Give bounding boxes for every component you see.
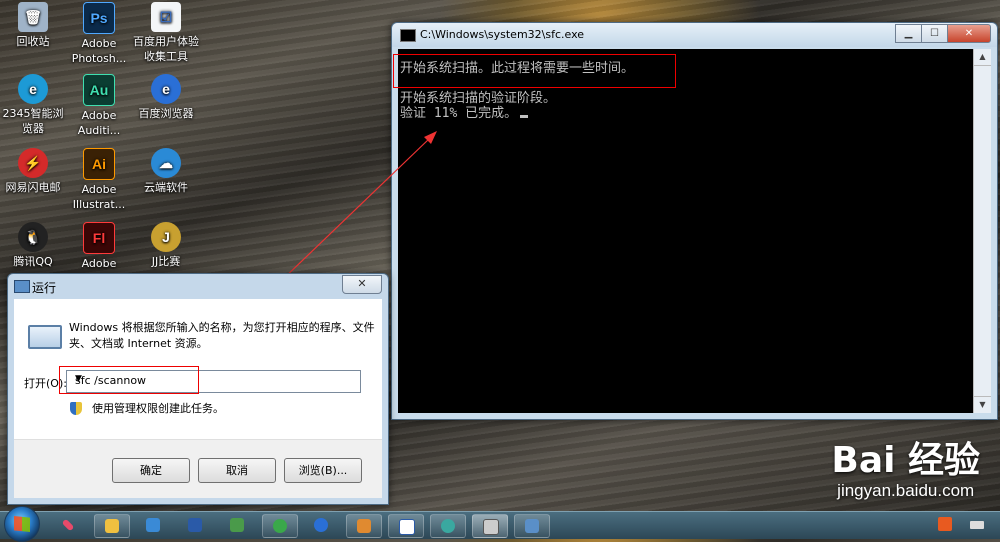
taskbar-network-icon[interactable] — [220, 514, 254, 536]
baidu-browser-icon[interactable]: e 百度浏览器 — [133, 74, 199, 121]
ok-button[interactable]: 确定 — [112, 458, 190, 483]
taskbar-cmd-icon[interactable] — [472, 514, 508, 538]
taskbar-explorer-icon[interactable] — [94, 514, 130, 538]
ie-glyph: e — [18, 74, 48, 104]
taskbar-browser-icon[interactable] — [430, 514, 466, 538]
watermark-logo: Bai 经验 — [831, 440, 980, 481]
scroll-down-arrow-icon[interactable]: ▼ — [974, 396, 991, 413]
jj-game-icon[interactable]: J JJ比赛 — [133, 222, 199, 269]
windows-logo-icon — [14, 516, 30, 532]
baidu-browser-glyph: e — [151, 74, 181, 104]
sogou-ime-icon[interactable] — [938, 517, 952, 531]
penguin-glyph: 🐧 — [18, 222, 48, 252]
taskbar-word-icon[interactable] — [178, 514, 212, 536]
icon-label: 网易闪电邮 — [5, 181, 61, 194]
run-body: Windows 将根据您所输入的名称，为您打开相应的程序、文件夹、文档或 Int… — [14, 299, 382, 498]
cloud-glyph: ☁ — [151, 148, 181, 178]
lightning-glyph: ⚡ — [18, 148, 48, 178]
taskbar — [0, 506, 1000, 542]
icon-label: JJ比赛 — [151, 255, 181, 268]
highlight-box-scan-message — [393, 54, 676, 88]
window-controls: ▁ ☐ ✕ — [895, 24, 991, 43]
qq-icon[interactable]: 🐧 腾讯QQ — [0, 222, 66, 269]
tray-keyboard-icon[interactable] — [970, 521, 984, 529]
console-icon — [400, 29, 416, 42]
browse-button[interactable]: 浏览(B)... — [284, 458, 362, 483]
photoshop-icon[interactable]: Ps Adobe Photosh... — [66, 2, 132, 66]
jj-glyph: J — [151, 222, 181, 252]
illustrator-glyph: Ai — [83, 148, 115, 180]
run-description: Windows 将根据您所输入的名称，为您打开相应的程序、文件夹、文档或 Int… — [69, 321, 375, 350]
checklist-glyph: ☑ — [151, 2, 181, 32]
icon-label: 2345智能浏览器 — [2, 107, 64, 135]
run-program-icon — [28, 325, 62, 349]
run-dialog[interactable]: 运行 ✕ Windows 将根据您所输入的名称，为您打开相应的程序、文件夹、文档… — [7, 273, 389, 505]
uac-shield-icon — [70, 401, 82, 415]
photoshop-glyph: Ps — [83, 2, 115, 34]
taskbar-run-icon[interactable] — [514, 514, 550, 538]
close-button[interactable]: ✕ — [342, 275, 382, 294]
maximize-button[interactable]: ☐ — [921, 24, 948, 43]
icon-label: 回收站 — [16, 35, 50, 48]
vertical-scrollbar[interactable]: ▲ ▼ — [973, 49, 991, 413]
taskbar-3d-app-icon[interactable] — [136, 514, 170, 536]
admin-note: 使用管理权限创建此任务。 — [70, 400, 224, 416]
console-title: C:\Windows\system32\sfc.exe — [420, 28, 585, 41]
icon-label: Adobe Auditi... — [77, 109, 121, 137]
baidu-feedback-tool-icon[interactable]: ☑ 百度用户体验收集工具 — [133, 2, 199, 64]
scroll-up-arrow-icon[interactable]: ▲ — [974, 49, 991, 66]
text-cursor — [520, 115, 529, 118]
minimize-button[interactable]: ▁ — [895, 24, 922, 43]
cancel-button[interactable]: 取消 — [198, 458, 276, 483]
run-title: 运行 — [32, 281, 57, 295]
console-line-progress: 验证 11% 已完成。 — [400, 106, 634, 121]
flash-glyph: Fl — [83, 222, 115, 254]
progress-text: 验证 11% 已完成。 — [400, 106, 518, 121]
icon-label: 百度浏览器 — [138, 107, 194, 120]
audition-icon[interactable]: Au Adobe Auditi... — [66, 74, 132, 138]
icon-label: Adobe Illustrat... — [72, 183, 126, 211]
taskbar-2345-browser-icon[interactable] — [262, 514, 298, 538]
taskbar-pen-icon[interactable] — [52, 514, 86, 536]
cloud-software-icon[interactable]: ☁ 云端软件 — [133, 148, 199, 195]
system-tray — [930, 512, 1000, 539]
taskbar-media-icon[interactable] — [346, 514, 382, 538]
run-dialog-icon — [14, 280, 30, 293]
run-titlebar[interactable]: 运行 ✕ — [8, 274, 388, 298]
netease-mail-icon[interactable]: ⚡ 网易闪电邮 — [0, 148, 66, 195]
recycle-bin-icon[interactable]: 🗑 回收站 — [0, 2, 66, 49]
browser-2345-icon[interactable]: e 2345智能浏览器 — [0, 74, 66, 136]
audition-glyph: Au — [83, 74, 115, 106]
watermark-url: jingyan.baidu.com — [837, 481, 975, 500]
recycle-bin-glyph: 🗑 — [18, 2, 48, 32]
baidu-jingyan-watermark: Bai 经验 jingyan.baidu.com — [831, 441, 980, 501]
taskbar-word-doc-icon[interactable] — [388, 514, 424, 538]
console-output-area[interactable]: 开始系统扫描。此过程将需要一些时间。 开始系统扫描的验证阶段。 验证 11% 已… — [398, 49, 991, 413]
close-button[interactable]: ✕ — [947, 24, 991, 43]
icon-label: 腾讯QQ — [13, 255, 53, 268]
icon-label: Adobe Photosh... — [71, 37, 127, 65]
start-button[interactable] — [4, 506, 40, 542]
admin-note-text: 使用管理权限创建此任务。 — [92, 402, 224, 415]
console-line: 开始系统扫描的验证阶段。 — [400, 91, 557, 106]
icon-label: 百度用户体验收集工具 — [133, 35, 199, 63]
illustrator-icon[interactable]: Ai Adobe Illustrat... — [66, 148, 132, 212]
icon-label: 云端软件 — [144, 181, 188, 194]
taskbar-baidu-browser-icon[interactable] — [304, 514, 338, 536]
flash-icon[interactable]: Fl Adobe — [66, 222, 132, 271]
icon-label: Adobe — [81, 257, 117, 270]
highlight-box-command — [59, 366, 199, 394]
console-titlebar[interactable]: C:\Windows\system32\sfc.exe ▁ ☐ ✕ — [392, 23, 997, 47]
